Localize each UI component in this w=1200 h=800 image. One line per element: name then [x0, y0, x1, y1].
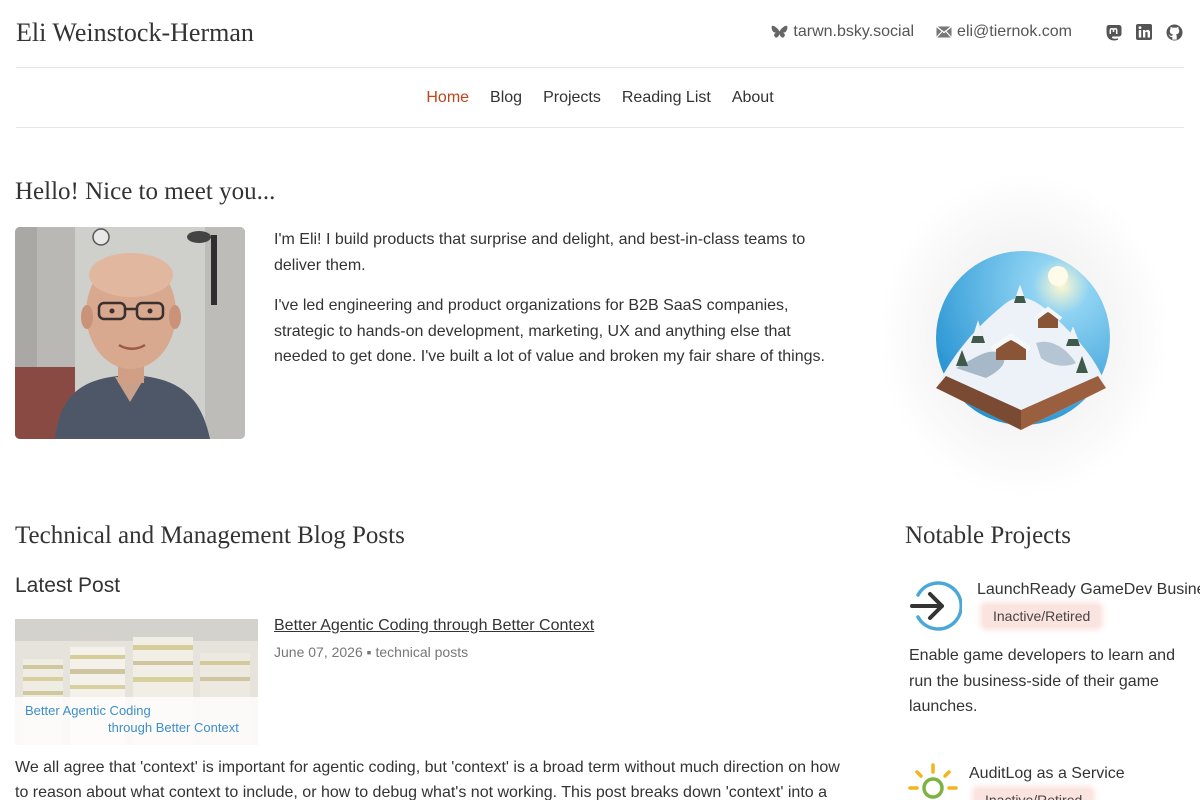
meta-separator: ▪	[366, 644, 372, 660]
mastodon-link[interactable]	[1104, 22, 1124, 42]
bluesky-handle: tarwn.bsky.social	[793, 23, 915, 40]
main-nav: Home Blog Projects Reading List About	[16, 69, 1184, 128]
projects-heading: Notable Projects	[905, 522, 1071, 549]
butterfly-icon	[772, 25, 788, 38]
project-card: AuditLog as a Service Inactive/Retired	[905, 763, 1200, 800]
intro-heading: Hello! Nice to meet you...	[15, 178, 276, 205]
email-address: eli@tiernok.com	[957, 23, 1072, 40]
status-badge: Inactive/Retired	[975, 789, 1093, 800]
site-header: Eli Weinstock-Herman tarwn.bsky.social e…	[16, 0, 1184, 68]
thumbnail-caption: Better Agentic Coding through Better Con…	[15, 697, 258, 745]
post-thumbnail[interactable]: Better Agentic Coding through Better Con…	[15, 619, 258, 745]
bluesky-link[interactable]: tarwn.bsky.social	[771, 23, 914, 41]
latest-post-heading: Latest Post	[15, 574, 121, 597]
nav-item-about[interactable]: About	[732, 89, 774, 107]
post-date: June 07, 2026	[274, 644, 363, 660]
latest-post-title-link[interactable]: Better Agentic Coding through Better Con…	[274, 617, 594, 635]
mail-icon	[936, 26, 952, 38]
linkedin-link[interactable]	[1134, 22, 1154, 42]
mountain-cabin-illustration	[926, 248, 1116, 438]
nav-item-blog[interactable]: Blog	[490, 89, 522, 107]
nav-item-home[interactable]: Home	[426, 89, 469, 107]
post-meta: June 07, 2026 ▪ technical posts	[274, 644, 468, 660]
github-link[interactable]	[1164, 22, 1184, 42]
site-title[interactable]: Eli Weinstock-Herman	[16, 18, 254, 48]
arrow-circle-icon	[910, 581, 962, 631]
nav-item-reading-list[interactable]: Reading List	[622, 89, 711, 107]
nav-item-projects[interactable]: Projects	[543, 89, 601, 107]
project-card: LaunchReady GameDev Business Inactive/Re…	[905, 579, 1200, 729]
email-link[interactable]: eli@tiernok.com	[936, 23, 1072, 41]
thumbnail-caption-line: Better Agentic Coding	[25, 703, 151, 718]
project-name-link[interactable]: LaunchReady GameDev Business	[977, 581, 1200, 599]
profile-photo	[15, 227, 245, 439]
thumbnail-caption-line: through Better Context	[108, 720, 239, 735]
intro-text: I'm Eli! I build products that surprise …	[274, 227, 844, 385]
intro-paragraph: I've led engineering and product organiz…	[274, 297, 825, 365]
intro-paragraph: I'm Eli! I build products that surprise …	[274, 231, 806, 274]
blog-heading: Technical and Management Blog Posts	[15, 522, 405, 549]
github-icon	[1166, 24, 1182, 40]
mastodon-icon	[1106, 24, 1122, 40]
project-name-link[interactable]: AuditLog as a Service	[969, 765, 1125, 783]
status-badge: Inactive/Retired	[983, 605, 1101, 627]
post-category[interactable]: technical posts	[376, 644, 469, 660]
contact-links: tarwn.bsky.social eli@tiernok.com	[771, 22, 1184, 42]
portrait-illustration	[15, 227, 245, 439]
post-excerpt: We all agree that 'context' is important…	[15, 759, 840, 800]
linkedin-icon	[1136, 24, 1152, 40]
project-description: Enable game developers to learn and run …	[909, 647, 1175, 715]
sun-icon	[908, 763, 958, 799]
